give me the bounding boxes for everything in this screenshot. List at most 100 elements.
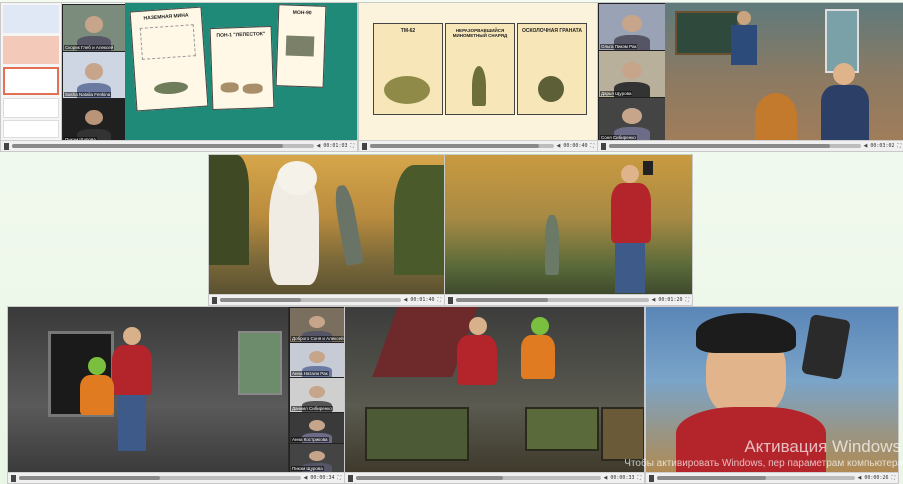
time-readout: 00:01:03: [323, 143, 348, 149]
slide-thumb[interactable]: [3, 36, 59, 64]
seek-fill: [657, 476, 766, 480]
windows-activation-text: Чтобы активировать Windows, пер параметр…: [624, 458, 903, 469]
participant-name: Доброго Соня и Алексей: [291, 336, 344, 341]
windows-activation-title: Активация Windows: [744, 437, 901, 456]
video-player-1: Скорик Глеб и Алексей Sasha Natalia Fenk…: [0, 2, 358, 152]
mine-card: МОН-90: [275, 4, 327, 88]
webcam-tile: Даниил Сибиренко: [289, 377, 344, 413]
fullscreen-icon[interactable]: ⛶: [897, 143, 901, 149]
player-controls: ◀ 00:00:34 ⛶: [8, 472, 344, 483]
video-player-7: ◀ 00:00:33 ⛶: [344, 306, 645, 484]
boy-forest-scene: [445, 155, 692, 294]
time-readout: 00:00:33: [610, 475, 635, 481]
fullscreen-icon[interactable]: ⛶: [437, 297, 441, 303]
volume-icon[interactable]: ◀: [652, 297, 656, 303]
time-readout: 00:03:02: [870, 143, 895, 149]
webcam-tile: Анна Кострикова: [289, 412, 344, 444]
webcam-tile: Пикэм Щурова: [289, 443, 344, 473]
play-button[interactable]: [11, 474, 16, 482]
mine-card: ПОН-1 "ЛЕПЕСТОК": [209, 25, 275, 111]
slide-thumb[interactable]: [3, 5, 59, 33]
participant-name: Скорик Глеб и Алексей: [64, 45, 115, 50]
volume-icon[interactable]: ◀: [864, 143, 868, 149]
time-readout: 00:01:40: [410, 297, 435, 303]
seek-bar[interactable]: [609, 144, 861, 148]
ammo-card-title: ОСКОЛОЧНАЯ ГРАНАТА: [521, 28, 583, 34]
seek-bar[interactable]: [456, 298, 649, 302]
ammo-card-title: НЕРАЗОРВАВШИЙСЯ МИНОМЕТНЫЙ СНАРЯД: [452, 28, 508, 38]
video-player-4: ◀ 00:01:40 ⛶: [208, 154, 445, 306]
play-button[interactable]: [348, 474, 353, 482]
participant-name: Ольга Пикэм Рак: [600, 44, 638, 49]
seek-fill: [356, 476, 503, 480]
participant-name: Анна Кострикова: [291, 437, 329, 442]
slide-thumb[interactable]: [3, 98, 59, 118]
play-button[interactable]: [4, 142, 9, 150]
fullscreen-icon[interactable]: ⛶: [350, 143, 354, 149]
fullscreen-icon[interactable]: ⛶: [590, 143, 594, 149]
play-button[interactable]: [601, 142, 606, 150]
seek-bar[interactable]: [370, 144, 554, 148]
play-button[interactable]: [362, 142, 367, 150]
volume-icon[interactable]: ◀: [317, 143, 321, 149]
participant-name: Анна Натали Рак: [291, 371, 329, 376]
webcam-tile: Пикэм Щурова: [62, 98, 126, 144]
seek-bar[interactable]: [19, 476, 301, 480]
webcam-tile: Дарья Щурова: [598, 50, 666, 98]
participant-name: Дарья Щурова: [600, 91, 633, 96]
volume-icon[interactable]: ◀: [604, 475, 608, 481]
volume-icon[interactable]: ◀: [858, 475, 862, 481]
play-button[interactable]: [649, 474, 654, 482]
volume-icon[interactable]: ◀: [557, 143, 561, 149]
ammo-card: НЕРАЗОРВАВШИЙСЯ МИНОМЕТНЫЙ СНАРЯД: [445, 23, 515, 115]
seek-bar[interactable]: [220, 298, 401, 302]
webcam-tile: Sasha Natalia Fenkina: [62, 51, 126, 99]
play-button[interactable]: [448, 296, 453, 304]
slide-thumb[interactable]: [3, 67, 59, 95]
participant-name: Даниил Сибиренко: [291, 406, 333, 411]
dog-forest-scene: [209, 155, 444, 294]
video-player-2: ТМ-62 НЕРАЗОРВАВШИЙСЯ МИНОМЕТНЫЙ СНАРЯД …: [358, 2, 598, 152]
fullscreen-icon[interactable]: ⛶: [891, 475, 895, 481]
seek-bar[interactable]: [657, 476, 855, 480]
seek-fill: [220, 298, 302, 302]
abandoned-house-scene: [8, 307, 288, 472]
player-controls: ◀ 00:00:33 ⛶: [345, 472, 644, 483]
seek-fill: [456, 298, 549, 302]
time-readout: 00:00:40: [563, 143, 588, 149]
webcam-tile: Доброго Соня и Алексей: [289, 307, 344, 343]
seek-bar[interactable]: [356, 476, 601, 480]
classroom-scene: [665, 3, 903, 140]
slide-thumb[interactable]: [3, 120, 59, 138]
slide-thumbnails: [1, 3, 62, 140]
player-controls: ◀ 00:01:03 ⛶: [1, 140, 357, 151]
mine-card-title: НАЗЕМНАЯ МИНА: [143, 12, 189, 22]
mine-card: НАЗЕМНАЯ МИНА: [129, 6, 209, 112]
basement-scene: [345, 307, 644, 472]
volume-icon[interactable]: ◀: [304, 475, 308, 481]
video-player-3: Ольга Пикэм Рак Дарья Щурова Соня Сибире…: [597, 2, 903, 152]
player-controls: ◀ 00:03:02 ⛶: [598, 140, 903, 151]
webcam-tile: Анна Натали Рак: [289, 342, 344, 378]
fullscreen-icon[interactable]: ⛶: [637, 475, 641, 481]
time-readout: 00:00:34: [310, 475, 335, 481]
player-controls: ◀ 00:01:40 ⛶: [209, 294, 444, 305]
fullscreen-icon[interactable]: ⛶: [337, 475, 341, 481]
slide-mine-types: НАЗЕМНАЯ МИНА ПОН-1 "ЛЕПЕСТОК" МОН-90: [125, 3, 357, 140]
seek-fill: [370, 144, 539, 148]
participant-name: Sasha Natalia Fenkina: [64, 92, 112, 97]
player-controls: ◀ 00:00:26 ⛶: [646, 472, 898, 483]
fullscreen-icon[interactable]: ⛶: [685, 297, 689, 303]
ammo-card-title: ТМ-62: [400, 28, 416, 34]
seek-fill: [12, 144, 284, 148]
player-controls: ◀ 00:01:20 ⛶: [445, 294, 692, 305]
video-player-5: ◀ 00:01:20 ⛶: [444, 154, 693, 306]
mine-card-title: ПОН-1 "ЛЕПЕСТОК": [216, 31, 266, 39]
seek-bar[interactable]: [12, 144, 314, 148]
seek-fill: [19, 476, 160, 480]
mine-card-title: МОН-90: [292, 9, 312, 17]
volume-icon[interactable]: ◀: [404, 297, 408, 303]
participant-name: Пикэм Щурова: [291, 466, 324, 471]
time-readout: 00:00:26: [864, 475, 889, 481]
play-button[interactable]: [212, 296, 217, 304]
